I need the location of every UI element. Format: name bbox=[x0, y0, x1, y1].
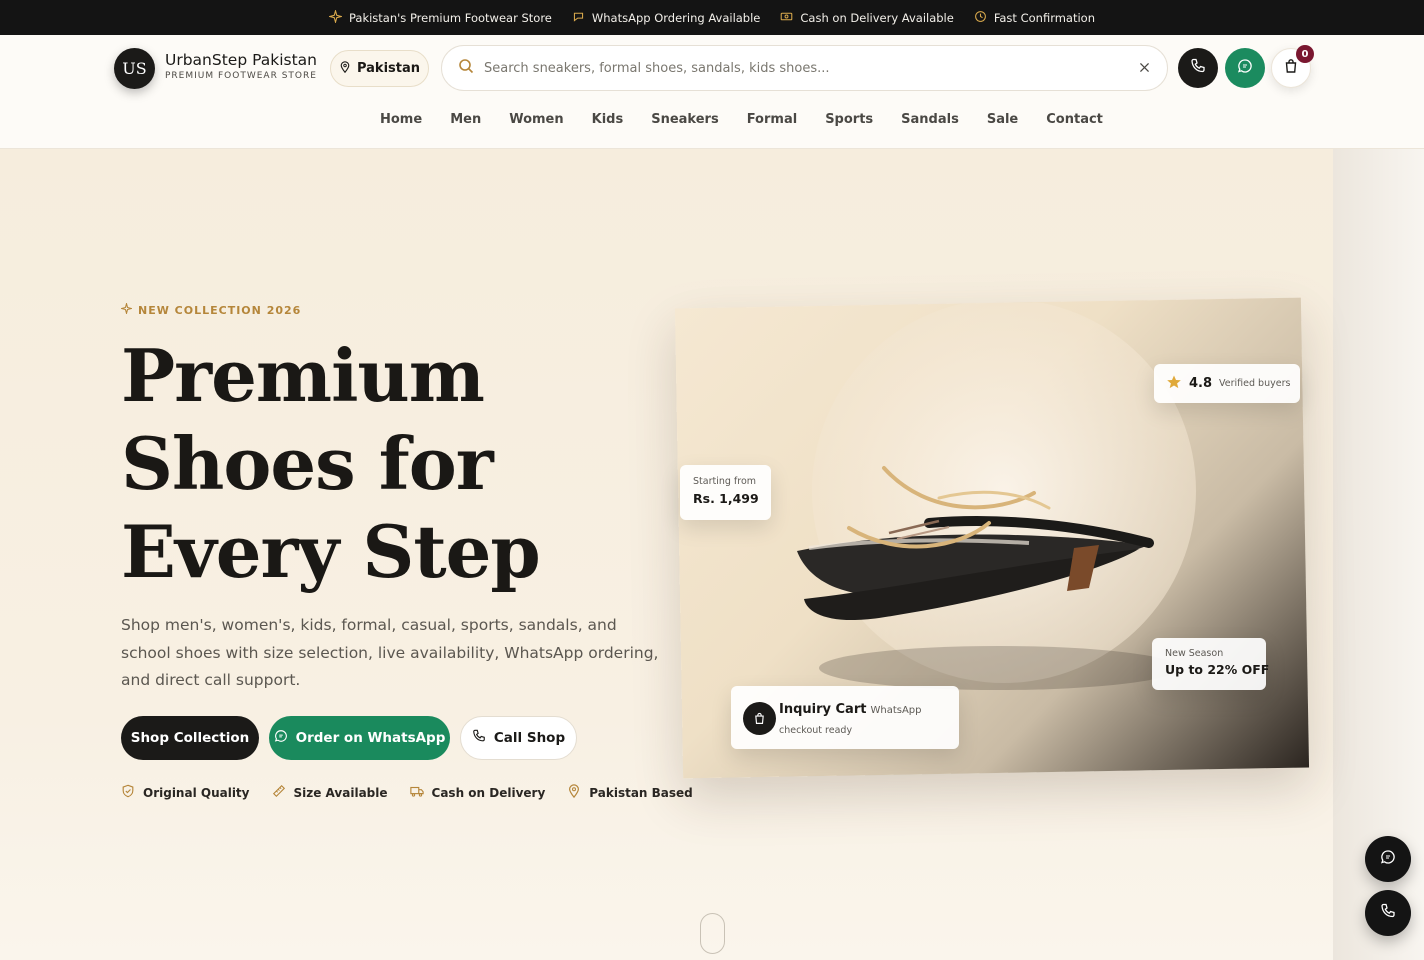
call-button[interactable] bbox=[1178, 48, 1218, 88]
nav-item-sneakers[interactable]: Sneakers bbox=[651, 112, 718, 127]
cart-count-badge: 0 bbox=[1296, 45, 1314, 63]
inquiry-cart-card[interactable]: Inquiry Cart WhatsApp checkout ready bbox=[731, 686, 959, 749]
search-icon bbox=[458, 58, 474, 78]
shop-collection-button[interactable]: Shop Collection bbox=[121, 716, 259, 760]
sparkle-icon bbox=[119, 301, 134, 317]
brand-tagline: PREMIUM FOOTWEAR STORE bbox=[165, 71, 317, 81]
chat-icon bbox=[1380, 849, 1396, 869]
price-badge: Starting from Rs. 1,499 bbox=[680, 465, 771, 520]
floating-whatsapp-button[interactable] bbox=[1365, 836, 1411, 882]
nav-item-sports[interactable]: Sports bbox=[825, 112, 873, 127]
feature-list: Original Quality Size Available Cash on … bbox=[121, 784, 693, 801]
sparkle-icon bbox=[327, 8, 344, 26]
map-pin-icon bbox=[339, 60, 351, 77]
shield-check-icon bbox=[121, 784, 135, 801]
headline-line: Every Step bbox=[121, 509, 541, 594]
season-label: New Season bbox=[1165, 648, 1224, 659]
announcement-item: Pakistan's Premium Footwear Store bbox=[327, 8, 552, 26]
whatsapp-icon bbox=[1237, 58, 1253, 78]
call-shop-button[interactable]: Call Shop bbox=[460, 716, 577, 760]
ruler-icon bbox=[272, 784, 286, 801]
feature-item: Pakistan Based bbox=[567, 784, 693, 801]
nav-item-sale[interactable]: Sale bbox=[987, 112, 1018, 127]
announcement-item: WhatsApp Ordering Available bbox=[572, 10, 760, 26]
whatsapp-button[interactable] bbox=[1225, 48, 1265, 88]
phone-icon bbox=[472, 729, 486, 747]
headline-line: Premium bbox=[121, 333, 485, 418]
phone-icon bbox=[1190, 58, 1206, 78]
shopping-bag-icon bbox=[743, 702, 776, 735]
main-nav: Home Men Women Kids Sneakers Formal Spor… bbox=[380, 112, 1103, 127]
map-pin-icon bbox=[567, 784, 581, 801]
inquiry-cart-title: Inquiry Cart WhatsApp bbox=[779, 702, 922, 717]
inquiry-cart-status: checkout ready bbox=[779, 725, 853, 736]
feature-item: Original Quality bbox=[121, 784, 250, 801]
inquiry-cart-channel: WhatsApp bbox=[870, 705, 922, 716]
chat-icon bbox=[572, 10, 585, 26]
headline-line: Shoes for bbox=[121, 421, 494, 506]
price-label: Starting from bbox=[693, 476, 757, 487]
scroll-indicator[interactable] bbox=[700, 913, 725, 954]
search-input[interactable] bbox=[484, 60, 1138, 76]
announcement-item: Cash on Delivery Available bbox=[780, 10, 954, 26]
cash-icon bbox=[780, 10, 793, 26]
nav-item-men[interactable]: Men bbox=[450, 112, 481, 127]
season-value: Up to 22% OFF bbox=[1165, 662, 1270, 677]
truck-icon bbox=[409, 784, 424, 801]
close-icon[interactable] bbox=[1138, 59, 1151, 78]
phone-icon bbox=[1380, 903, 1396, 923]
nav-item-home[interactable]: Home bbox=[380, 112, 422, 127]
order-whatsapp-button[interactable]: Order on WhatsApp bbox=[269, 716, 450, 760]
star-icon bbox=[1166, 374, 1182, 394]
announcement-item: Fast Confirmation bbox=[974, 10, 1095, 26]
rating-value: 4.8 bbox=[1189, 376, 1213, 391]
brand-name[interactable]: UrbanStep Pakistan bbox=[165, 51, 317, 69]
whatsapp-icon bbox=[274, 729, 288, 747]
nav-item-sandals[interactable]: Sandals bbox=[901, 112, 959, 127]
floating-call-button[interactable] bbox=[1365, 890, 1411, 936]
hero-eyebrow: NEW COLLECTION 2026 bbox=[119, 301, 301, 317]
feature-item: Cash on Delivery bbox=[409, 784, 545, 801]
nav-item-formal[interactable]: Formal bbox=[747, 112, 797, 127]
location-selector[interactable]: Pakistan bbox=[330, 50, 429, 87]
announcement-bar: Pakistan's Premium Footwear Store WhatsA… bbox=[0, 0, 1424, 35]
search-bar bbox=[441, 45, 1168, 91]
rating-label: Verified buyers bbox=[1219, 378, 1291, 389]
nav-item-contact[interactable]: Contact bbox=[1046, 112, 1103, 127]
price-value: Rs. 1,499 bbox=[693, 491, 759, 506]
clock-icon bbox=[974, 10, 987, 26]
nav-item-women[interactable]: Women bbox=[509, 112, 563, 127]
feature-item: Size Available bbox=[272, 784, 388, 801]
shopping-bag-icon bbox=[1283, 58, 1299, 78]
season-badge: New Season Up to 22% OFF bbox=[1152, 638, 1270, 690]
hero-headline: Premium Shoes for Every Step bbox=[121, 332, 541, 596]
site-header: US UrbanStep Pakistan PREMIUM FOOTWEAR S… bbox=[0, 35, 1424, 149]
nav-item-kids[interactable]: Kids bbox=[592, 112, 624, 127]
hero-subtitle: Shop men's, women's, kids, formal, casua… bbox=[121, 616, 659, 689]
rating-badge: 4.8 Verified buyers bbox=[1154, 364, 1300, 403]
logo-badge[interactable]: US bbox=[114, 48, 155, 89]
location-label: Pakistan bbox=[356, 61, 421, 76]
